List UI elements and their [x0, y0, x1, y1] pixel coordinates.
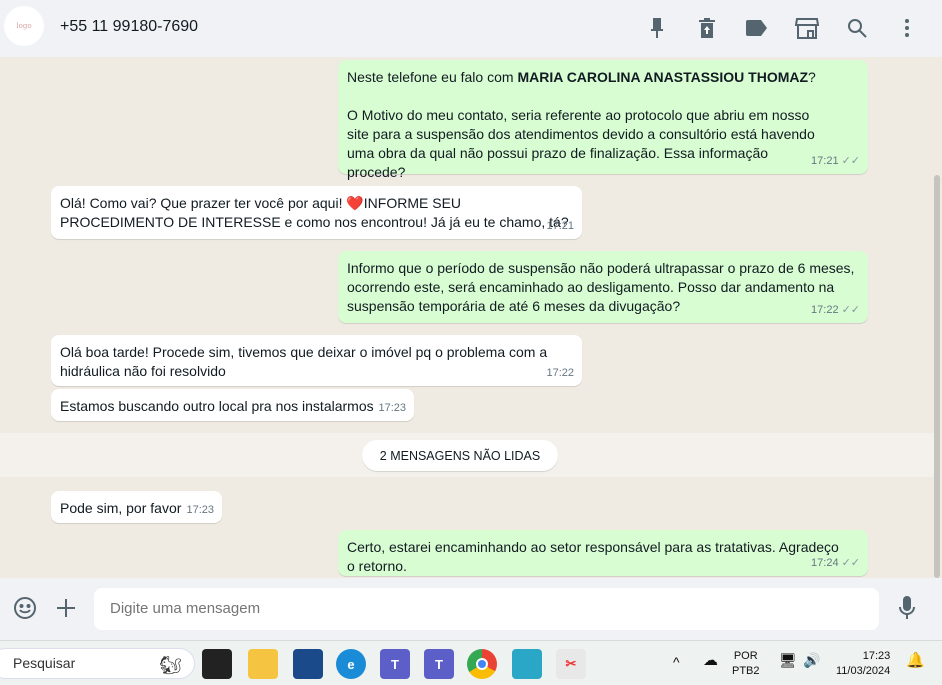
- message-text: Estamos buscando outro local pra nos ins…: [60, 398, 374, 414]
- message-outgoing[interactable]: Informo que o período de suspensão não p…: [338, 251, 868, 323]
- message-text: Olá! Como vai? Que prazer ter você por a…: [60, 195, 569, 230]
- message-outgoing[interactable]: Neste telefone eu falo com MARIA CAROLIN…: [338, 60, 868, 180]
- message-text: O Motivo do meu contato, seria referente…: [347, 107, 815, 180]
- network-icon[interactable]: 🖥: [779, 653, 797, 668]
- store-icon[interactable]: [795, 16, 819, 40]
- message-time: 17:22 ✓✓: [811, 304, 860, 316]
- message-outgoing[interactable]: Certo, estarei encaminhando ao setor res…: [338, 530, 868, 576]
- volume-icon[interactable]: 🔊: [803, 653, 820, 668]
- message-incoming[interactable]: Olá boa tarde! Procede sim, tivemos que …: [51, 335, 582, 386]
- message-time: 17:24 ✓✓: [811, 557, 860, 569]
- message-input[interactable]: [94, 588, 879, 630]
- teams-work-icon[interactable]: T: [424, 649, 454, 679]
- windows-taskbar: Pesquisar 🐿 e T T ✂ ^ ☁ POR PTB2 🖥 🔊 17:23…: [0, 640, 942, 685]
- message-list[interactable]: Neste telefone eu falo com MARIA CAROLIN…: [0, 57, 942, 578]
- contact-avatar[interactable]: logo: [4, 6, 44, 46]
- teams-icon[interactable]: T: [380, 649, 410, 679]
- show-hidden-icons-chevron[interactable]: ^: [673, 655, 680, 670]
- notification-bell-icon[interactable]: 🔔: [906, 653, 925, 668]
- read-ticks-icon: ✓✓: [841, 155, 860, 167]
- message-incoming[interactable]: Pode sim, por favor 17:23: [51, 491, 222, 523]
- menu-icon[interactable]: [895, 16, 919, 40]
- composer-bar: [0, 578, 942, 640]
- task-view-icon[interactable]: [202, 649, 232, 679]
- store-app-icon[interactable]: [293, 649, 323, 679]
- read-ticks-icon: ✓✓: [841, 557, 860, 569]
- emoji-icon[interactable]: [12, 595, 38, 621]
- taskbar-search[interactable]: Pesquisar 🐿: [0, 648, 195, 679]
- unread-messages-banner: 2 MENSAGENS NÃO LIDAS: [362, 440, 558, 471]
- message-text: Certo, estarei encaminhando ao setor res…: [347, 539, 839, 574]
- pin-icon[interactable]: [645, 16, 669, 40]
- attach-plus-icon[interactable]: [53, 595, 79, 621]
- search-highlight-icon: 🐿: [159, 655, 182, 675]
- message-time: 17:23: [186, 504, 214, 516]
- microphone-icon[interactable]: [894, 595, 920, 621]
- read-ticks-icon: ✓✓: [841, 304, 860, 316]
- chat-header: logo +55 11 99180-7690: [0, 0, 942, 57]
- message-incoming[interactable]: Estamos buscando outro local pra nos ins…: [51, 389, 414, 421]
- onedrive-offline-icon[interactable]: ☁: [703, 653, 718, 668]
- message-time: 17:21: [546, 220, 574, 232]
- message-incoming[interactable]: Olá! Como vai? Que prazer ter você por a…: [51, 186, 582, 239]
- heart-emoji-icon: ❤️: [346, 195, 364, 211]
- clock[interactable]: 17:23 11/03/2024: [836, 649, 890, 679]
- snipping-tool-icon[interactable]: ✂: [556, 649, 586, 679]
- archive-icon[interactable]: [695, 16, 719, 40]
- chrome-icon[interactable]: [467, 649, 497, 679]
- edge-icon[interactable]: e: [336, 649, 366, 679]
- message-time: 17:21 ✓✓: [811, 155, 860, 167]
- message-time: 17:23: [378, 402, 406, 414]
- search-icon[interactable]: [845, 16, 869, 40]
- message-time: 17:22: [546, 367, 574, 379]
- file-explorer-icon[interactable]: [248, 649, 278, 679]
- message-text: Neste telefone eu falo com MARIA CAROLIN…: [347, 69, 816, 85]
- message-text: Olá boa tarde! Procede sim, tivemos que …: [60, 344, 548, 379]
- scrollbar[interactable]: [934, 175, 940, 578]
- label-icon[interactable]: [745, 16, 769, 40]
- message-text: Informo que o período de suspensão não p…: [347, 260, 855, 314]
- notepad-icon[interactable]: [512, 649, 542, 679]
- language-indicator[interactable]: POR PTB2: [732, 649, 760, 679]
- contact-name[interactable]: +55 11 99180-7690: [60, 18, 198, 36]
